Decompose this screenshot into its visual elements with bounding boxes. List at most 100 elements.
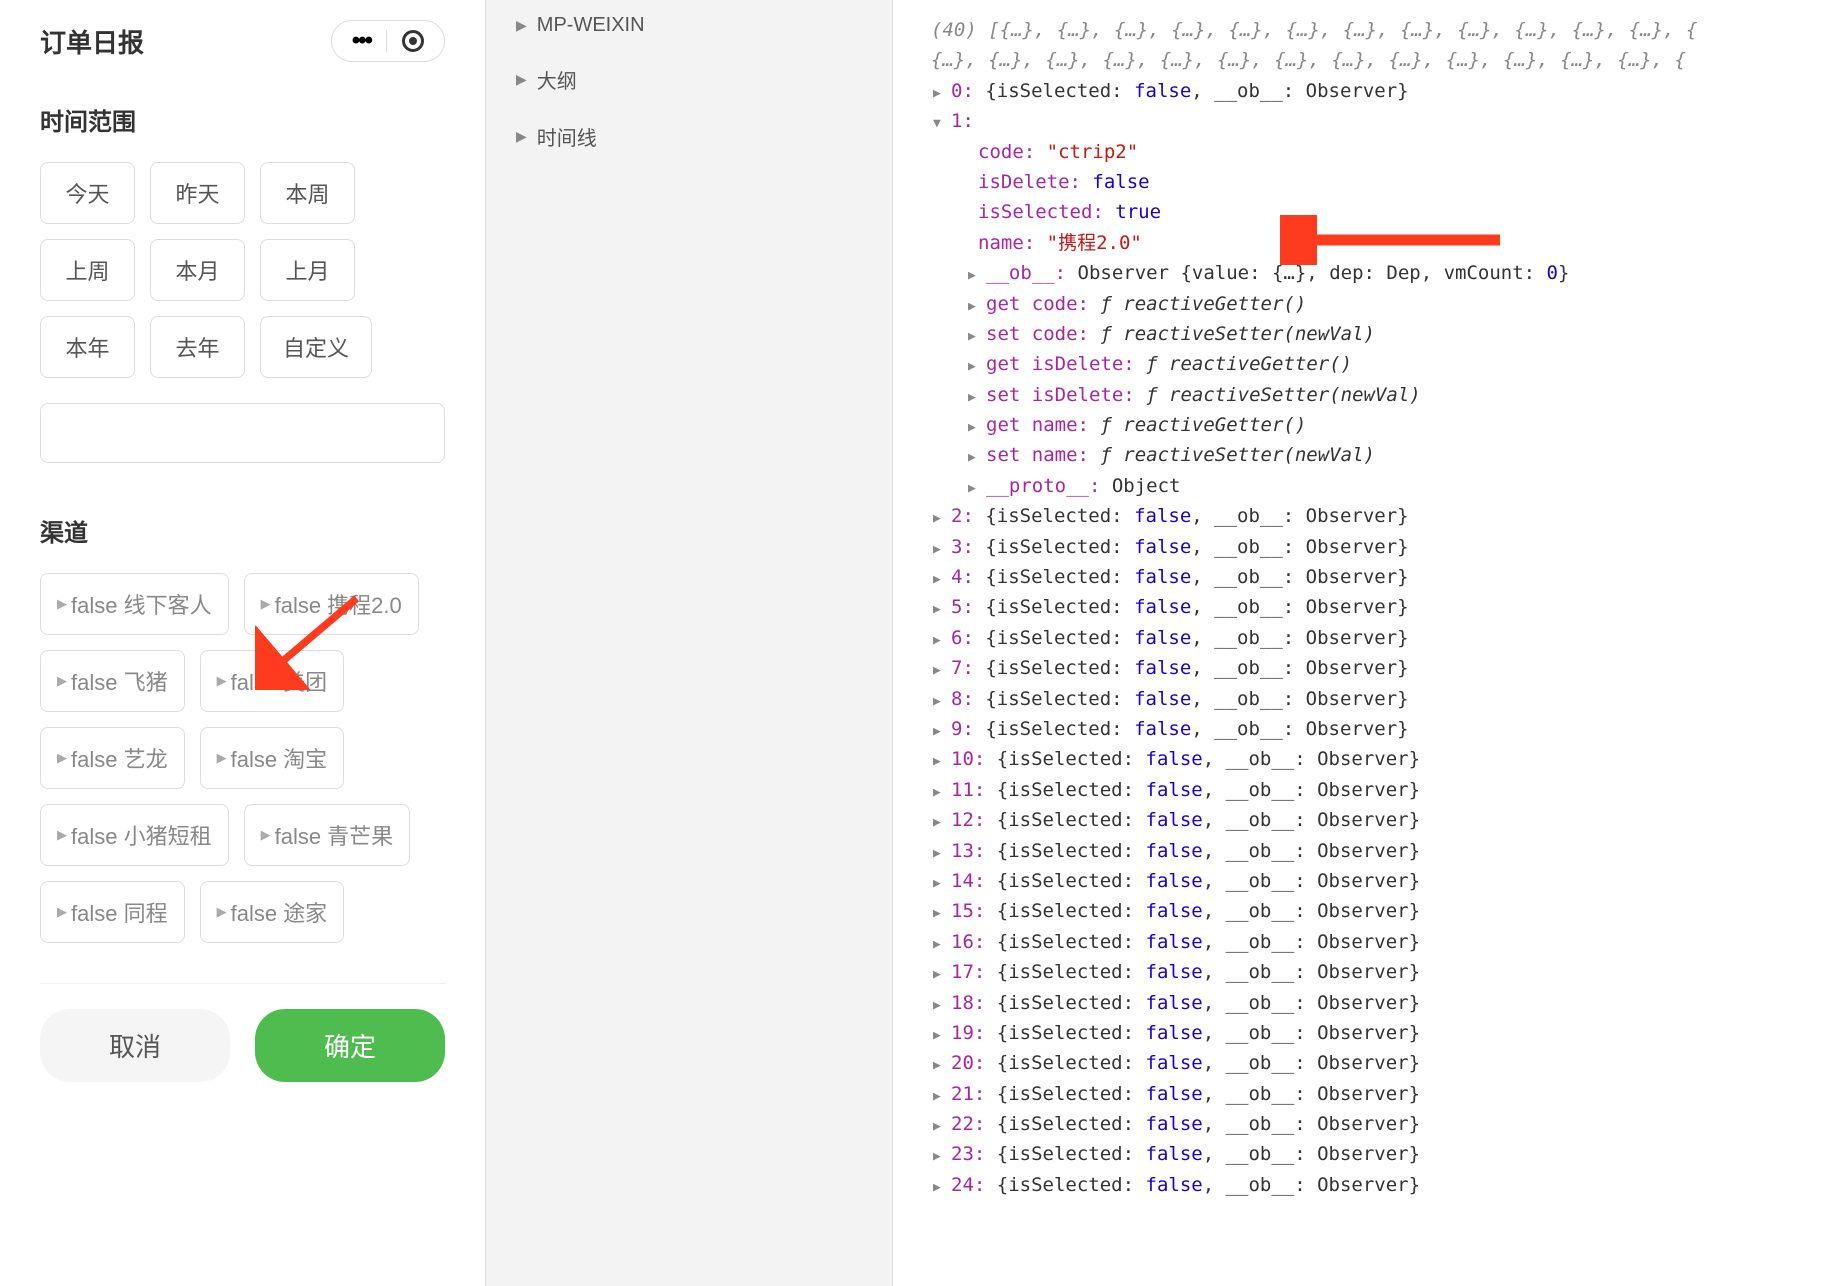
collapse-arrow-icon[interactable]: ▼ — [933, 114, 947, 135]
expand-arrow-icon[interactable]: ▶ — [933, 904, 947, 925]
console-item-1[interactable]: ▼1: — [933, 106, 1818, 136]
console-item-22[interactable]: ▶22: {isSelected: false, __ob__: Observe… — [933, 1109, 1818, 1139]
expand-arrow-icon[interactable]: ▶ — [933, 540, 947, 561]
time-input[interactable] — [40, 403, 445, 463]
expand-arrow-icon[interactable]: ▶ — [933, 935, 947, 956]
expand-arrow-icon[interactable]: ▶ — [933, 996, 947, 1017]
time-range-label: 时间范围 — [40, 102, 445, 137]
tree-panel: ▶MP-WEIXIN▶大纲▶时间线 — [485, 0, 893, 1286]
expand-arrow-icon: ▶ — [516, 17, 527, 34]
console-item-19[interactable]: ▶19: {isSelected: false, __ob__: Observe… — [933, 1018, 1818, 1048]
expand-arrow-icon[interactable]: ▶ — [933, 84, 947, 105]
channel-btn-5[interactable]: ▶false 淘宝 — [200, 727, 345, 789]
prop-ob[interactable]: ▶__ob__: Observer {value: {…}, dep: Dep,… — [968, 258, 1818, 288]
prop-name: name: "携程2.0" — [978, 228, 1818, 258]
channel-btn-6[interactable]: ▶false 小猪短租 — [40, 804, 229, 866]
console-item-3[interactable]: ▶3: {isSelected: false, __ob__: Observer… — [933, 532, 1818, 562]
prop-proto[interactable]: ▶__proto__: Object — [968, 471, 1818, 501]
console-item-6[interactable]: ▶6: {isSelected: false, __ob__: Observer… — [933, 623, 1818, 653]
prop-get-name[interactable]: ▶get name: ƒ reactiveGetter() — [968, 410, 1818, 440]
console-item-2[interactable]: ▶2: {isSelected: false, __ob__: Observer… — [933, 501, 1818, 531]
expand-arrow-icon[interactable]: ▶ — [933, 874, 947, 895]
time-btn-4[interactable]: 本月 — [150, 239, 245, 301]
time-btn-5[interactable]: 上月 — [260, 239, 355, 301]
channel-btn-4[interactable]: ▶false 艺龙 — [40, 727, 185, 789]
console-summary-2: {…}, {…}, {…}, {…}, {…}, {…}, {…}, {…}, … — [913, 45, 1818, 75]
expand-arrow-icon[interactable]: ▶ — [933, 965, 947, 986]
expand-arrow-icon[interactable]: ▶ — [933, 1056, 947, 1077]
prop-isdelete: isDelete: false — [978, 167, 1818, 197]
console-item-8[interactable]: ▶8: {isSelected: false, __ob__: Observer… — [933, 684, 1818, 714]
form-panel: 订单日报 ••• 时间范围 今天昨天本周上周本月上月本年去年自定义 渠道 ▶fa… — [0, 0, 485, 1286]
console-item-0[interactable]: ▶0: {isSelected: false, __ob__: Observer… — [933, 76, 1818, 106]
time-btn-3[interactable]: 上周 — [40, 239, 135, 301]
prop-get-isdelete[interactable]: ▶get isDelete: ƒ reactiveGetter() — [968, 349, 1818, 379]
prop-set-name[interactable]: ▶set name: ƒ reactiveSetter(newVal) — [968, 440, 1818, 470]
expand-arrow-icon[interactable]: ▶ — [933, 752, 947, 773]
console-item-21[interactable]: ▶21: {isSelected: false, __ob__: Observe… — [933, 1079, 1818, 1109]
console-item-24[interactable]: ▶24: {isSelected: false, __ob__: Observe… — [933, 1170, 1818, 1200]
channel-btn-7[interactable]: ▶false 青芒果 — [244, 804, 411, 866]
expand-arrow-icon[interactable]: ▶ — [933, 600, 947, 621]
channel-btn-0[interactable]: ▶false 线下客人 — [40, 573, 229, 635]
console-item-16[interactable]: ▶16: {isSelected: false, __ob__: Observe… — [933, 927, 1818, 957]
expand-arrow-icon[interactable]: ▶ — [933, 722, 947, 743]
expand-arrow-icon[interactable]: ▶ — [933, 1026, 947, 1047]
console-item-20[interactable]: ▶20: {isSelected: false, __ob__: Observe… — [933, 1048, 1818, 1078]
prop-code: code: "ctrip2" — [978, 137, 1818, 167]
expand-arrow-icon[interactable]: ▶ — [933, 844, 947, 865]
capsule-buttons: ••• — [331, 20, 445, 62]
triangle-icon: ▶ — [217, 904, 227, 920]
console-item-9[interactable]: ▶9: {isSelected: false, __ob__: Observer… — [933, 714, 1818, 744]
console-item-23[interactable]: ▶23: {isSelected: false, __ob__: Observe… — [933, 1139, 1818, 1169]
console-item-5[interactable]: ▶5: {isSelected: false, __ob__: Observer… — [933, 592, 1818, 622]
console-summary[interactable]: (40) [{…}, {…}, {…}, {…}, {…}, {…}, {…},… — [913, 15, 1818, 45]
time-btn-6[interactable]: 本年 — [40, 316, 135, 378]
console-item-4[interactable]: ▶4: {isSelected: false, __ob__: Observer… — [933, 562, 1818, 592]
time-btn-7[interactable]: 去年 — [150, 316, 245, 378]
confirm-button[interactable]: 确定 — [255, 1009, 445, 1082]
console-item-7[interactable]: ▶7: {isSelected: false, __ob__: Observer… — [933, 653, 1818, 683]
console-item-14[interactable]: ▶14: {isSelected: false, __ob__: Observe… — [933, 866, 1818, 896]
expand-arrow-icon[interactable]: ▶ — [933, 1117, 947, 1138]
console-item-13[interactable]: ▶13: {isSelected: false, __ob__: Observe… — [933, 836, 1818, 866]
time-btn-1[interactable]: 昨天 — [150, 162, 245, 224]
prop-set-code[interactable]: ▶set code: ƒ reactiveSetter(newVal) — [968, 319, 1818, 349]
expand-arrow-icon[interactable]: ▶ — [933, 631, 947, 652]
time-btn-2[interactable]: 本周 — [260, 162, 355, 224]
console-item-17[interactable]: ▶17: {isSelected: false, __ob__: Observe… — [933, 957, 1818, 987]
expand-arrow-icon[interactable]: ▶ — [933, 1087, 947, 1108]
cancel-button[interactable]: 取消 — [40, 1009, 230, 1082]
expand-arrow-icon[interactable]: ▶ — [933, 783, 947, 804]
tree-item-0[interactable]: ▶MP-WEIXIN — [486, 0, 892, 51]
form-header: 订单日报 ••• — [40, 20, 445, 62]
channel-btn-3[interactable]: ▶false 美团 — [200, 650, 345, 712]
prop-get-code[interactable]: ▶get code: ƒ reactiveGetter() — [968, 289, 1818, 319]
tree-item-2[interactable]: ▶时间线 — [486, 108, 892, 165]
triangle-icon: ▶ — [57, 750, 67, 766]
console-item-11[interactable]: ▶11: {isSelected: false, __ob__: Observe… — [933, 775, 1818, 805]
expand-arrow-icon[interactable]: ▶ — [933, 1147, 947, 1168]
channel-btn-8[interactable]: ▶false 同程 — [40, 881, 185, 943]
time-btn-0[interactable]: 今天 — [40, 162, 135, 224]
console-item-15[interactable]: ▶15: {isSelected: false, __ob__: Observe… — [933, 896, 1818, 926]
expand-arrow-icon[interactable]: ▶ — [933, 1178, 947, 1199]
expand-arrow-icon[interactable]: ▶ — [933, 661, 947, 682]
time-btn-8[interactable]: 自定义 — [260, 316, 372, 378]
expand-arrow-icon[interactable]: ▶ — [933, 570, 947, 591]
channel-btn-9[interactable]: ▶false 途家 — [200, 881, 345, 943]
more-icon[interactable]: ••• — [352, 27, 371, 55]
console-item-12[interactable]: ▶12: {isSelected: false, __ob__: Observe… — [933, 805, 1818, 835]
channel-btn-1[interactable]: ▶false 携程2.0 — [244, 573, 419, 635]
prop-set-isdelete[interactable]: ▶set isDelete: ƒ reactiveSetter(newVal) — [968, 380, 1818, 410]
expand-arrow-icon[interactable]: ▶ — [933, 509, 947, 530]
tree-item-1[interactable]: ▶大纲 — [486, 51, 892, 108]
channel-btn-2[interactable]: ▶false 飞猪 — [40, 650, 185, 712]
triangle-icon: ▶ — [261, 596, 271, 612]
divider — [386, 30, 387, 52]
expand-arrow-icon[interactable]: ▶ — [933, 692, 947, 713]
expand-arrow-icon[interactable]: ▶ — [933, 813, 947, 834]
close-icon[interactable] — [402, 30, 424, 52]
console-item-10[interactable]: ▶10: {isSelected: false, __ob__: Observe… — [933, 744, 1818, 774]
console-item-18[interactable]: ▶18: {isSelected: false, __ob__: Observe… — [933, 988, 1818, 1018]
